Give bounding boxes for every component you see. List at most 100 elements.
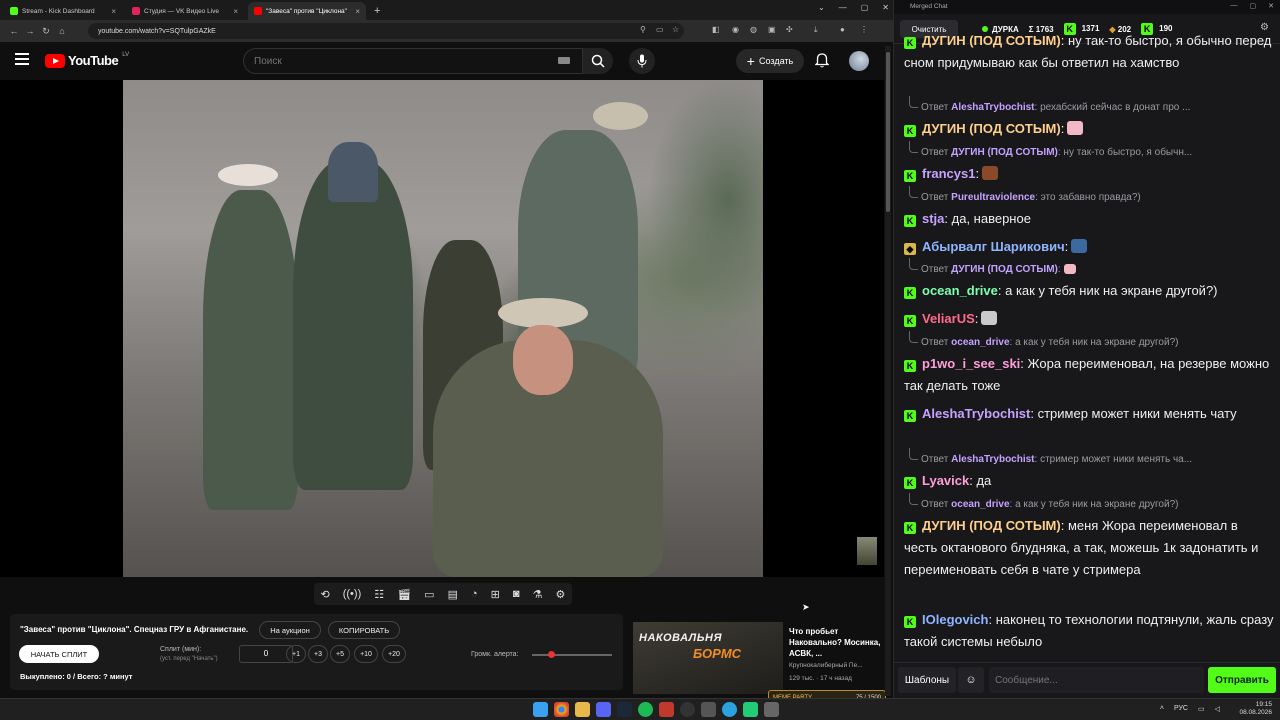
chat-username[interactable]: p1wo_i_see_ski <box>922 356 1020 371</box>
chat-username[interactable]: ДУГИН (ПОД СОТЫМ) <box>922 518 1061 533</box>
minimize-icon[interactable]: — <box>839 3 847 12</box>
camera-icon[interactable]: ◙ <box>513 588 520 600</box>
increment-20-button[interactable]: +20 <box>382 645 406 663</box>
maximize-icon[interactable]: ▢ <box>1250 2 1257 10</box>
slider-thumb[interactable] <box>548 651 555 658</box>
alert-volume-slider[interactable] <box>532 651 612 658</box>
volume-icon[interactable]: ◁ <box>1215 705 1220 713</box>
scrollbar-thumb[interactable] <box>886 52 890 212</box>
chat-username[interactable]: Lyavick <box>922 473 969 488</box>
tab-vk-studio[interactable]: Студия — VK Видео Live × <box>126 2 244 20</box>
flask-icon[interactable]: ⚗ <box>533 588 543 601</box>
cast-icon[interactable]: ▭ <box>656 25 664 34</box>
increment-5-button[interactable]: +5 <box>330 645 350 663</box>
extension-icon[interactable]: ◉ <box>732 25 739 34</box>
account-avatar[interactable] <box>849 51 869 71</box>
profile-icon[interactable]: ● <box>840 25 845 34</box>
language-indicator[interactable]: РУС <box>1174 705 1188 713</box>
add-icon[interactable]: ⊞ <box>491 588 500 601</box>
forward-icon[interactable]: → <box>22 26 38 36</box>
increment-3-button[interactable]: +3 <box>308 645 328 663</box>
app-icon[interactable] <box>743 702 758 717</box>
mini-thumbnail[interactable] <box>857 537 877 565</box>
app-icon[interactable] <box>764 702 779 717</box>
obs-icon[interactable] <box>680 702 695 717</box>
tab-kick-dashboard[interactable]: Stream - Kick Dashboard × <box>4 2 122 20</box>
recommendation-thumbnail[interactable]: НАКОВАЛЬНЯ БОРМС <box>633 622 783 694</box>
minimize-icon[interactable]: — <box>1231 2 1238 10</box>
send-button[interactable]: Отправить <box>1208 667 1276 693</box>
settings-gear-icon[interactable]: ⚙ <box>555 588 565 601</box>
maximize-icon[interactable]: ▢ <box>861 3 869 12</box>
discord-icon[interactable] <box>596 702 611 717</box>
keyboard-icon[interactable] <box>558 57 570 64</box>
create-button[interactable]: + Создать <box>736 49 804 73</box>
close-icon[interactable]: × <box>111 7 116 16</box>
chat-username[interactable]: IOlegovich <box>922 612 988 627</box>
close-window-icon[interactable]: ✕ <box>882 3 889 12</box>
close-icon[interactable]: × <box>233 7 238 16</box>
message-input[interactable] <box>989 667 1204 693</box>
search-button[interactable] <box>583 48 613 74</box>
steam-icon[interactable] <box>617 702 632 717</box>
chat-username[interactable]: VeliarUS <box>922 311 975 326</box>
start-split-button[interactable]: НАЧАТЬ СПЛИТ <box>19 645 99 663</box>
speed-icon[interactable]: ◔ <box>471 588 478 600</box>
app-icon[interactable] <box>701 702 716 717</box>
pip-icon[interactable]: ▭ <box>424 588 434 601</box>
copy-button[interactable]: КОПИРОВАТЬ <box>328 621 400 639</box>
download-icon[interactable]: ⤓ <box>814 25 818 35</box>
windows-start-icon[interactable] <box>533 702 548 717</box>
tray-arrow-icon[interactable]: ˄ <box>1160 705 1164 713</box>
loop-icon[interactable]: ⟲ <box>321 588 330 601</box>
chat-username[interactable]: ДУГИН (ПОД СОТЫМ) <box>922 33 1061 48</box>
chat-username[interactable]: stja <box>922 211 944 226</box>
chat-username[interactable]: ocean_drive <box>922 283 998 298</box>
url-field[interactable]: youtube.com/watch?v=SQTulpGAZkE <box>88 23 684 39</box>
extension-icon[interactable]: ◍ <box>750 25 757 34</box>
tab-youtube-video[interactable]: "Завеса" против "Циклона" × <box>248 2 366 20</box>
home-icon[interactable]: ⌂ <box>54 26 70 36</box>
network-icon[interactable]: ▭ <box>1198 705 1205 713</box>
templates-button[interactable]: Шаблоны <box>898 667 956 693</box>
back-icon[interactable]: ← <box>6 26 22 36</box>
extension-icon[interactable]: ◧ <box>712 25 720 34</box>
puzzle-icon[interactable]: ✣ <box>786 25 793 34</box>
page-scrollbar[interactable] <box>885 46 891 696</box>
video-player[interactable] <box>0 80 884 577</box>
increment-1-button[interactable]: +1 <box>286 645 306 663</box>
chat-username[interactable]: francys1 <box>922 166 975 181</box>
youtube-logo[interactable]: YouTube LV <box>45 52 129 68</box>
bookmark-star-icon[interactable]: ☆ <box>672 25 679 34</box>
increment-10-button[interactable]: +10 <box>354 645 378 663</box>
close-window-icon[interactable]: ✕ <box>1268 2 1274 10</box>
split-minutes-input[interactable]: 0 <box>239 645 293 663</box>
chrome-icon[interactable] <box>554 702 569 717</box>
zoom-icon[interactable]: ⚲ <box>640 25 646 34</box>
dropdown-icon[interactable]: ⌄ <box>818 3 825 12</box>
search-input[interactable] <box>243 48 583 74</box>
telegram-icon[interactable] <box>722 702 737 717</box>
spotify-icon[interactable] <box>638 702 653 717</box>
auction-button[interactable]: На аукцион <box>259 621 321 639</box>
explorer-icon[interactable] <box>575 702 590 717</box>
taskbar-clock[interactable]: 19:15 08.08.2026 <box>1239 701 1272 717</box>
more-icon[interactable]: ⋮ <box>860 25 868 34</box>
extension-icon[interactable]: ▣ <box>768 25 776 34</box>
emoji-button[interactable]: ☺ <box>958 667 984 693</box>
chat-username[interactable]: ДУГИН (ПОД СОТЫМ) <box>922 121 1061 136</box>
voice-search-button[interactable] <box>629 48 655 74</box>
app-icon[interactable] <box>659 702 674 717</box>
new-tab-button[interactable]: + <box>374 5 380 17</box>
chat-username[interactable]: AleshaTrybochist <box>922 406 1030 421</box>
recommendation-channel[interactable]: Крупнокалиберный Пе... <box>789 662 863 669</box>
recommendation-title[interactable]: Что пробьет Наковально? Мосинка, АСВК, .… <box>789 626 881 659</box>
clapper-icon[interactable]: 🎬︎ <box>397 588 411 601</box>
broadcast-icon[interactable]: ((•)) <box>343 588 362 600</box>
chat-username[interactable]: Абырвалг Шарикович <box>922 239 1065 254</box>
reload-icon[interactable]: ↻ <box>38 26 54 37</box>
subtitles-icon[interactable]: ▤ <box>448 588 458 601</box>
close-icon[interactable]: × <box>355 7 360 16</box>
playlist-icon[interactable]: ☷ <box>374 588 384 601</box>
notifications-bell-icon[interactable] <box>815 53 829 68</box>
